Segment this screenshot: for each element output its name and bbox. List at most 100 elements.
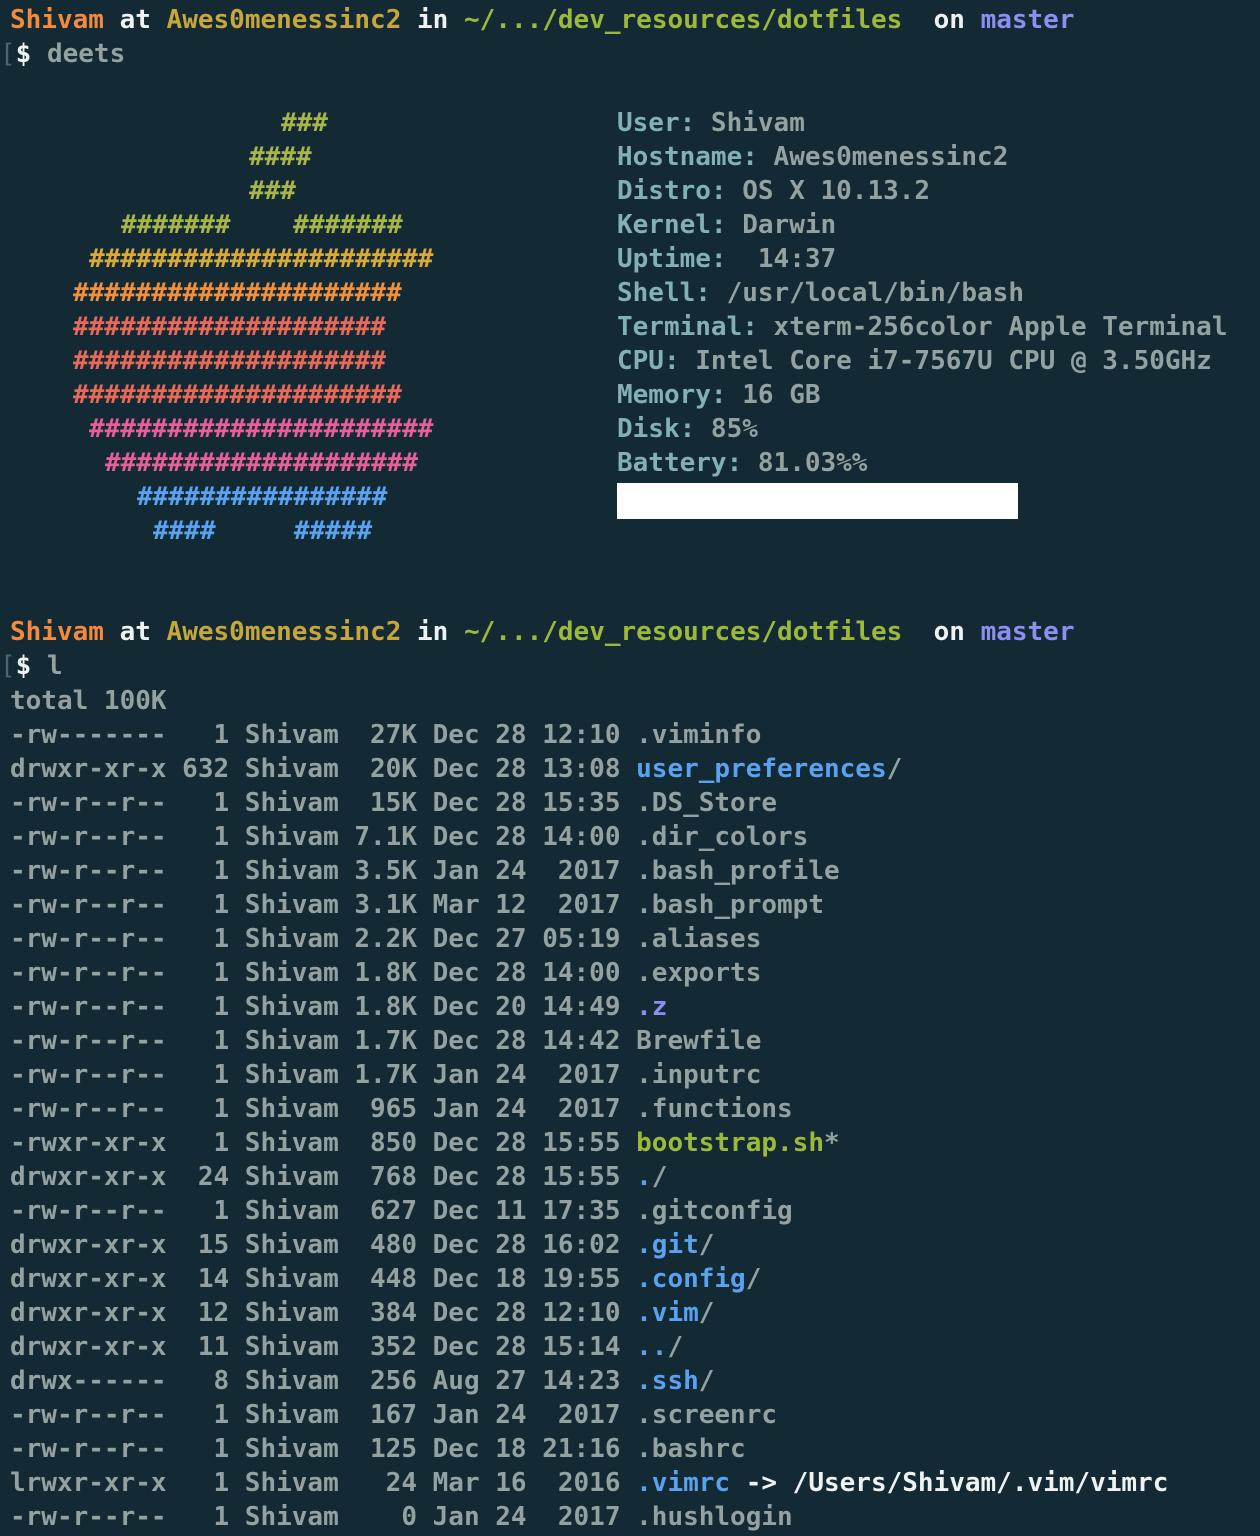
file-name: .gitconfig bbox=[636, 1196, 793, 1226]
listing-row: -rw-r--r-- 1 Shivam 1.8K Dec 20 14:49 .z bbox=[10, 990, 1168, 1024]
info-row: Shell: /usr/local/bin/bash bbox=[617, 276, 1228, 310]
prompt-user: Shivam bbox=[10, 5, 104, 35]
info-key: Shell: bbox=[617, 278, 711, 308]
file-name: . bbox=[636, 1162, 652, 1192]
prompt-line-2: Shivam at Awes0menessinc2 in ~/.../dev_r… bbox=[10, 615, 1074, 649]
file-name: .bash_prompt bbox=[636, 890, 824, 920]
listing-row: drwxr-xr-x 15 Shivam 480 Dec 28 16:02 .g… bbox=[10, 1228, 1168, 1262]
listing-row: -rw-r--r-- 1 Shivam 125 Dec 18 21:16 .ba… bbox=[10, 1432, 1168, 1466]
prompt-host: Awes0menessinc2 bbox=[166, 5, 402, 35]
listing-row: -rw------- 1 Shivam 27K Dec 28 12:10 .vi… bbox=[10, 718, 1168, 752]
info-row: Kernel: Darwin bbox=[617, 208, 1228, 242]
prompt-on: on bbox=[933, 617, 965, 647]
file-name: user_preferences bbox=[636, 754, 887, 784]
listing-row: -rw-r--r-- 1 Shivam 15K Dec 28 15:35 .DS… bbox=[10, 786, 1168, 820]
prompt-branch: master bbox=[980, 617, 1075, 647]
file-suffix: / bbox=[667, 1332, 684, 1362]
file-meta: -rw-r--r-- 1 Shivam 1.8K Dec 28 14:00 bbox=[10, 958, 637, 988]
file-meta: -rw-r--r-- 1 Shivam 1.8K Dec 20 14:49 bbox=[10, 992, 637, 1022]
file-meta: drwxr-xr-x 14 Shivam 448 Dec 18 19:55 bbox=[10, 1264, 637, 1294]
command-text: l bbox=[46, 651, 63, 681]
listing-row: lrwxr-xr-x 1 Shivam 24 Mar 16 2016 .vimr… bbox=[10, 1466, 1168, 1500]
file-name: .functions bbox=[636, 1094, 793, 1124]
info-value: Intel Core i7-7567U CPU @ 3.50GHz bbox=[679, 346, 1212, 376]
listing-row: -rw-r--r-- 1 Shivam 3.1K Mar 12 2017 .ba… bbox=[10, 888, 1168, 922]
prompt-on: on bbox=[933, 5, 965, 35]
file-name: .. bbox=[636, 1332, 668, 1362]
file-name: .viminfo bbox=[636, 720, 762, 750]
file-name: .hushlogin bbox=[636, 1502, 793, 1532]
file-suffix: -> /Users/Shivam/.vim/vimrc bbox=[730, 1468, 1169, 1498]
listing-row: -rw-r--r-- 1 Shivam 1.8K Dec 28 14:00 .e… bbox=[10, 956, 1168, 990]
info-row: Battery: 81.03%% bbox=[617, 446, 1228, 480]
listing-row: -rw-r--r-- 1 Shivam 167 Jan 24 2017 .scr… bbox=[10, 1398, 1168, 1432]
file-meta: -rw-r--r-- 1 Shivam 7.1K Dec 28 14:00 bbox=[10, 822, 637, 852]
info-key: Memory: bbox=[617, 380, 727, 410]
file-name: .DS_Store bbox=[636, 788, 778, 818]
listing-row: drwxr-xr-x 632 Shivam 20K Dec 28 13:08 u… bbox=[10, 752, 1168, 786]
command-line-1[interactable]: [$ deets bbox=[0, 37, 125, 71]
file-listing: total 100K -rw------- 1 Shivam 27K Dec 2… bbox=[10, 684, 1168, 1534]
listing-row: -rwxr-xr-x 1 Shivam 850 Dec 28 15:55 boo… bbox=[10, 1126, 1168, 1160]
info-key: Hostname: bbox=[617, 142, 758, 172]
file-meta: drwxr-xr-x 15 Shivam 480 Dec 28 16:02 bbox=[10, 1230, 637, 1260]
listing-row: -rw-r--r-- 1 Shivam 1.7K Jan 24 2017 .in… bbox=[10, 1058, 1168, 1092]
prompt-path: ~/.../dev_resources/dotfiles bbox=[463, 5, 903, 35]
listing-row: drwxr-xr-x 12 Shivam 384 Dec 28 12:10 .v… bbox=[10, 1296, 1168, 1330]
info-value: Awes0menessinc2 bbox=[757, 142, 1009, 172]
command-line-2[interactable]: [$ l bbox=[0, 649, 63, 683]
file-meta: -rw-r--r-- 1 Shivam 965 Jan 24 2017 bbox=[10, 1094, 637, 1124]
listing-row: -rw-r--r-- 1 Shivam 3.5K Jan 24 2017 .ba… bbox=[10, 854, 1168, 888]
info-row: Hostname: Awes0menessinc2 bbox=[617, 140, 1228, 174]
logo-row: ### bbox=[249, 176, 296, 206]
prompt-at: at bbox=[119, 617, 151, 647]
info-row: Distro: OS X 10.13.2 bbox=[617, 174, 1228, 208]
listing-row: drwxr-xr-x 14 Shivam 448 Dec 18 19:55 .c… bbox=[10, 1262, 1168, 1296]
file-meta: drwxr-xr-x 24 Shivam 768 Dec 28 15:55 bbox=[10, 1162, 637, 1192]
logo-row: #################### bbox=[73, 312, 387, 342]
file-meta: -rwxr-xr-x 1 Shivam 850 Dec 28 15:55 bbox=[10, 1128, 637, 1158]
info-row: Memory: 16 GB bbox=[617, 378, 1228, 412]
prompt-path: ~/.../dev_resources/dotfiles bbox=[463, 617, 903, 647]
file-meta: -rw-r--r-- 1 Shivam 0 Jan 24 2017 bbox=[10, 1502, 637, 1532]
logo-row: ##################### bbox=[73, 278, 402, 308]
logo-row: #### ##### bbox=[153, 516, 373, 546]
listing-row: drwxr-xr-x 11 Shivam 352 Dec 28 15:14 ..… bbox=[10, 1330, 1168, 1364]
prompt-dollar: $ bbox=[15, 39, 32, 69]
logo-row: ###################### bbox=[89, 244, 434, 274]
file-meta: -rw-r--r-- 1 Shivam 125 Dec 18 21:16 bbox=[10, 1434, 637, 1464]
listing-row: -rw-r--r-- 1 Shivam 0 Jan 24 2017 .hushl… bbox=[10, 1500, 1168, 1534]
info-key: CPU: bbox=[617, 346, 680, 376]
info-key: Distro: bbox=[617, 176, 727, 206]
prompt-bracket: [ bbox=[0, 39, 16, 69]
file-suffix: / bbox=[886, 754, 903, 784]
info-value: OS X 10.13.2 bbox=[726, 176, 931, 206]
file-name: .dir_colors bbox=[636, 822, 809, 852]
file-name: .inputrc bbox=[636, 1060, 762, 1090]
file-name: .z bbox=[636, 992, 668, 1022]
info-key: Battery: bbox=[617, 448, 743, 478]
file-name: .ssh bbox=[636, 1366, 699, 1396]
file-meta: drwxr-xr-x 632 Shivam 20K Dec 28 13:08 bbox=[10, 754, 637, 784]
info-value: 81.03%% bbox=[742, 448, 868, 478]
file-name: .vimrc bbox=[636, 1468, 731, 1498]
info-value: Darwin bbox=[726, 210, 837, 240]
file-suffix: / bbox=[698, 1366, 715, 1396]
prompt-branch: master bbox=[980, 5, 1075, 35]
logo-row: ##################### bbox=[73, 380, 402, 410]
logo-row: ################ bbox=[137, 482, 388, 512]
info-key: Terminal: bbox=[617, 312, 758, 342]
prompt-user: Shivam bbox=[10, 617, 104, 647]
file-name: .git bbox=[636, 1230, 699, 1260]
listing-row: drwxr-xr-x 24 Shivam 768 Dec 28 15:55 ./ bbox=[10, 1160, 1168, 1194]
info-key: Uptime: bbox=[617, 244, 727, 274]
logo-row: ####### ####### bbox=[121, 210, 403, 240]
listing-row: -rw-r--r-- 1 Shivam 1.7K Dec 28 14:42 Br… bbox=[10, 1024, 1168, 1058]
file-meta: drwx------ 8 Shivam 256 Aug 27 14:23 bbox=[10, 1366, 637, 1396]
file-name: .aliases bbox=[636, 924, 762, 954]
listing-row: drwx------ 8 Shivam 256 Aug 27 14:23 .ss… bbox=[10, 1364, 1168, 1398]
file-meta: -rw-r--r-- 1 Shivam 3.5K Jan 24 2017 bbox=[10, 856, 637, 886]
file-name: .bashrc bbox=[636, 1434, 746, 1464]
info-value: xterm-256color Apple Terminal bbox=[757, 312, 1228, 342]
file-meta: -rw-r--r-- 1 Shivam 627 Dec 11 17:35 bbox=[10, 1196, 637, 1226]
